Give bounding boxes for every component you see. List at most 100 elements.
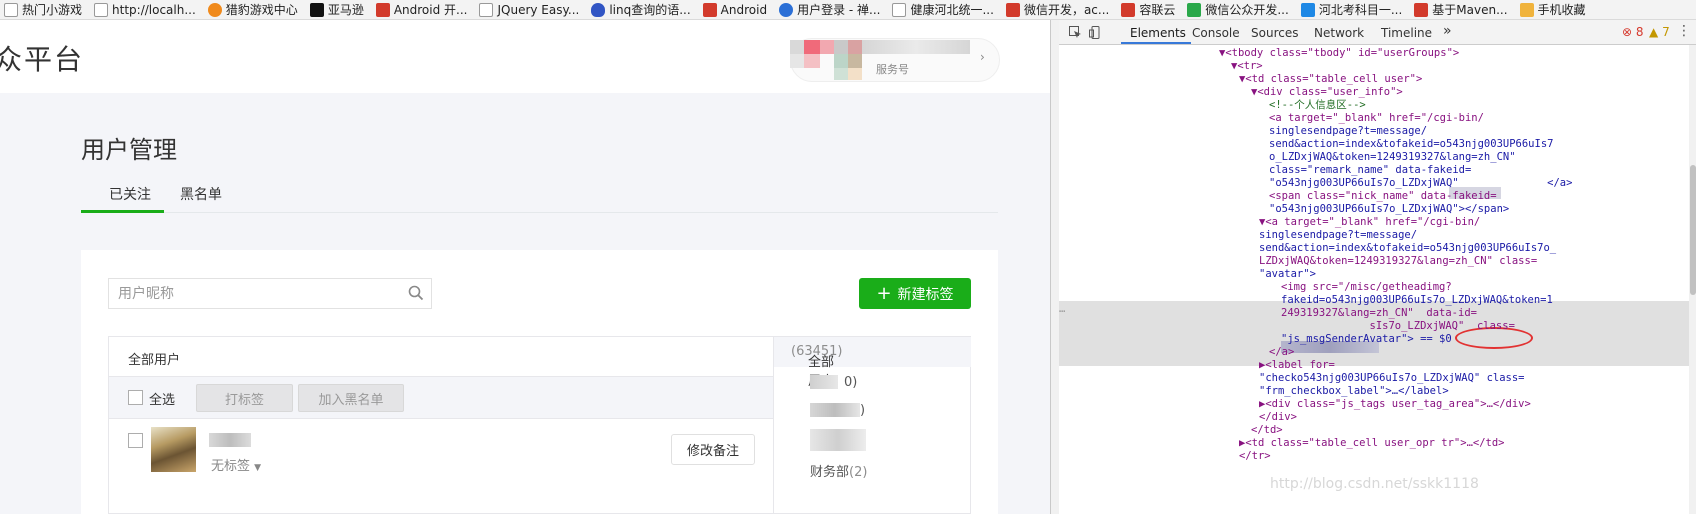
page-icon bbox=[479, 2, 494, 17]
tag-button[interactable]: 打标签 bbox=[196, 384, 293, 412]
warning-count-value: 7 bbox=[1662, 25, 1670, 39]
search-icon[interactable] bbox=[408, 285, 424, 301]
kebab-menu-icon[interactable]: ⋮ bbox=[1677, 23, 1691, 39]
bookmark-item[interactable]: JQuery Easy... bbox=[475, 0, 587, 19]
tab-followed[interactable]: 已关注 bbox=[109, 184, 151, 204]
row-checkbox[interactable] bbox=[128, 433, 143, 448]
dom-line[interactable]: class="remark_name" data-fakeid= bbox=[1269, 164, 1471, 177]
dom-line[interactable]: send&action=index&tofakeid=o543njg003UP6… bbox=[1259, 242, 1556, 255]
dom-line[interactable]: fakeid=o543njg003UP66uIs7o_LZDxjWAQ&toke… bbox=[1281, 294, 1553, 307]
dom-line[interactable]: "avatar"> bbox=[1259, 268, 1316, 281]
dom-line-text: "js_msgSenderAvatar"> == $0 bbox=[1281, 333, 1452, 345]
bookmark-item[interactable]: 基于Maven... bbox=[1410, 0, 1515, 19]
bookmark-item[interactable]: linq查询的语... bbox=[587, 0, 698, 19]
edit-remark-button[interactable]: 修改备注 bbox=[671, 434, 755, 465]
plus-icon: + bbox=[876, 282, 892, 304]
dom-line[interactable]: ▶<div class="js_tags user_tag_area">…</d… bbox=[1259, 398, 1531, 411]
group-item-finance[interactable]: 财务部(2) bbox=[810, 461, 867, 480]
dom-line[interactable]: </a> bbox=[1269, 346, 1294, 359]
dom-line[interactable]: </tr> bbox=[1239, 450, 1271, 463]
bookmark-item[interactable]: 容联云 bbox=[1117, 0, 1183, 19]
dom-line[interactable]: 249319327&lang=zh_CN" data-id= bbox=[1281, 307, 1477, 320]
add-blacklist-button[interactable]: 加入黑名单 bbox=[298, 384, 404, 412]
bookmark-item[interactable]: 热门小游戏 bbox=[0, 0, 90, 19]
inspect-cursor-icon[interactable] bbox=[1069, 26, 1082, 39]
tab-sources[interactable]: Sources bbox=[1251, 26, 1298, 40]
group-item-2-count[interactable]: ) bbox=[860, 403, 865, 418]
bookmark-item[interactable]: 猎豹游戏中心 bbox=[204, 0, 306, 19]
bookmark-item[interactable]: 亚马逊 bbox=[306, 0, 372, 19]
dom-line[interactable]: <a target="_blank" href="/cgi-bin/ bbox=[1269, 112, 1484, 125]
bookmark-item[interactable]: 健康河北统一... bbox=[888, 0, 1001, 19]
account-avatar-blur bbox=[820, 40, 834, 54]
dom-line[interactable]: <!--个人信息区--> bbox=[1269, 99, 1366, 112]
dom-line[interactable]: "frm_checkbox_label">…</label> bbox=[1259, 385, 1449, 398]
user-tag-status[interactable]: 无标签 ▼ bbox=[211, 455, 261, 474]
group-all-users[interactable]: 全部用户(63451) bbox=[774, 337, 971, 389]
dom-line[interactable]: singlesendpage?t=message/ bbox=[1259, 229, 1417, 242]
dom-line[interactable]: send&action=index&tofakeid=o543njg003UP6… bbox=[1269, 138, 1553, 151]
dom-scrollbar[interactable] bbox=[1689, 45, 1696, 514]
screen: 热门小游戏 http://localh... 猎豹游戏中心 亚马逊 Android 开.… bbox=[0, 0, 1696, 514]
dom-line[interactable]: <img src="/misc/getheadimg? bbox=[1281, 281, 1452, 294]
dom-line[interactable]: ▼<td class="table_cell user"> bbox=[1239, 73, 1422, 86]
select-all-checkbox[interactable] bbox=[128, 390, 143, 405]
dom-line[interactable]: singlesendpage?t=message/ bbox=[1269, 125, 1427, 138]
tab-network[interactable]: Network bbox=[1314, 26, 1364, 40]
search-input[interactable] bbox=[109, 279, 399, 308]
bookmark-item[interactable]: http://localh... bbox=[90, 0, 204, 19]
tab-elements[interactable]: Elements bbox=[1130, 26, 1186, 40]
more-tabs-icon[interactable]: » bbox=[1443, 23, 1452, 39]
dom-line[interactable]: </td> bbox=[1251, 424, 1283, 437]
error-count[interactable]: ⊗ 8 bbox=[1622, 25, 1644, 39]
bookmark-item[interactable]: 手机收藏 bbox=[1516, 0, 1594, 19]
bookmark-item[interactable]: 用户登录 - 禅... bbox=[775, 0, 888, 19]
devtools-toolbar: Elements Console Sources Network Timelin… bbox=[1059, 20, 1696, 45]
dom-line[interactable]: <span class="nick_name" data-fakeid= bbox=[1269, 190, 1497, 203]
new-tag-button[interactable]: + 新建标签 bbox=[859, 278, 971, 309]
chevron-icon[interactable]: › bbox=[980, 50, 985, 64]
scrollbar-thumb[interactable] bbox=[1690, 165, 1696, 295]
dom-line[interactable]: ▼<a target="_blank" href="/cgi-bin/ bbox=[1259, 216, 1480, 229]
dom-line[interactable]: "o543njg003UP66uIs7o_LZDxjWAQ"></span> bbox=[1269, 203, 1509, 216]
dom-line[interactable]: LZDxjWAQ&token=1249319327&lang=zh_CN" cl… bbox=[1259, 255, 1537, 268]
dom-line[interactable]: sIs7o_LZDxjWAQ" class= bbox=[1281, 320, 1515, 333]
bookmark-label: 健康河北统一... bbox=[910, 3, 994, 17]
ellipsis-marker[interactable]: … bbox=[1059, 303, 1065, 316]
devtools-panel: Elements Console Sources Network Timelin… bbox=[1050, 20, 1696, 514]
device-toggle-icon[interactable] bbox=[1089, 26, 1102, 39]
bookmark-label: 基于Maven... bbox=[1432, 3, 1508, 17]
dom-line[interactable]: ▶<td class="table_cell user_opr tr">…</t… bbox=[1239, 437, 1505, 450]
user-avatar[interactable] bbox=[151, 427, 196, 472]
bookmark-label: 微信公众开发... bbox=[1205, 3, 1289, 17]
dom-line[interactable]: o_LZDxjWAQ&token=1249319327&lang=zh_CN" bbox=[1269, 151, 1516, 164]
dom-line[interactable]: </div> bbox=[1259, 411, 1297, 424]
dom-line[interactable]: "js_msgSenderAvatar"> == $0 bbox=[1281, 333, 1452, 346]
bookmark-item[interactable]: 微信公众开发... bbox=[1183, 0, 1296, 19]
bookmark-item[interactable]: Android bbox=[699, 0, 775, 19]
dom-line[interactable]: ▼<tbody class="tbody" id="userGroups"> bbox=[1219, 47, 1459, 60]
bookmark-item[interactable]: 微信开发，ac... bbox=[1002, 0, 1117, 19]
bookmark-item[interactable]: 河北考科目一... bbox=[1297, 0, 1410, 19]
page-icon bbox=[892, 2, 907, 17]
dom-line[interactable]: ▼<div class="user_info"> bbox=[1251, 86, 1403, 99]
dom-line[interactable]: "checko543njg003UP66uIs7o_LZDxjWAQ" clas… bbox=[1259, 372, 1525, 385]
page-icon bbox=[94, 2, 109, 17]
dom-line[interactable]: ▶<label for= bbox=[1259, 359, 1335, 372]
csdn-icon bbox=[1005, 2, 1020, 17]
page-scrollbar[interactable] bbox=[1051, 20, 1059, 514]
group-item-1-count[interactable]: 0) bbox=[844, 375, 857, 390]
error-count-value: 8 bbox=[1635, 25, 1644, 39]
dom-line[interactable]: ▼<tr> bbox=[1231, 60, 1263, 73]
dom-line[interactable]: "o543njg003UP66uIs7o_LZDxjWAQ" </a> bbox=[1269, 177, 1572, 190]
account-avatar-blur bbox=[790, 40, 804, 54]
dom-line-text: 249319327&lang=zh_CN" data-id= bbox=[1281, 307, 1477, 319]
warning-count[interactable]: ▲ 7 bbox=[1649, 25, 1670, 39]
tab-timeline[interactable]: Timeline bbox=[1381, 26, 1432, 40]
tab-blacklist[interactable]: 黑名单 bbox=[180, 184, 222, 204]
warning-icon: ▲ bbox=[1649, 25, 1659, 39]
tab-console[interactable]: Console bbox=[1192, 26, 1240, 40]
bookmark-item[interactable]: Android 开... bbox=[372, 0, 476, 19]
account-avatar-blur bbox=[848, 40, 862, 54]
dom-line-text: <span class="nick_name" data-fakeid= bbox=[1269, 190, 1497, 202]
